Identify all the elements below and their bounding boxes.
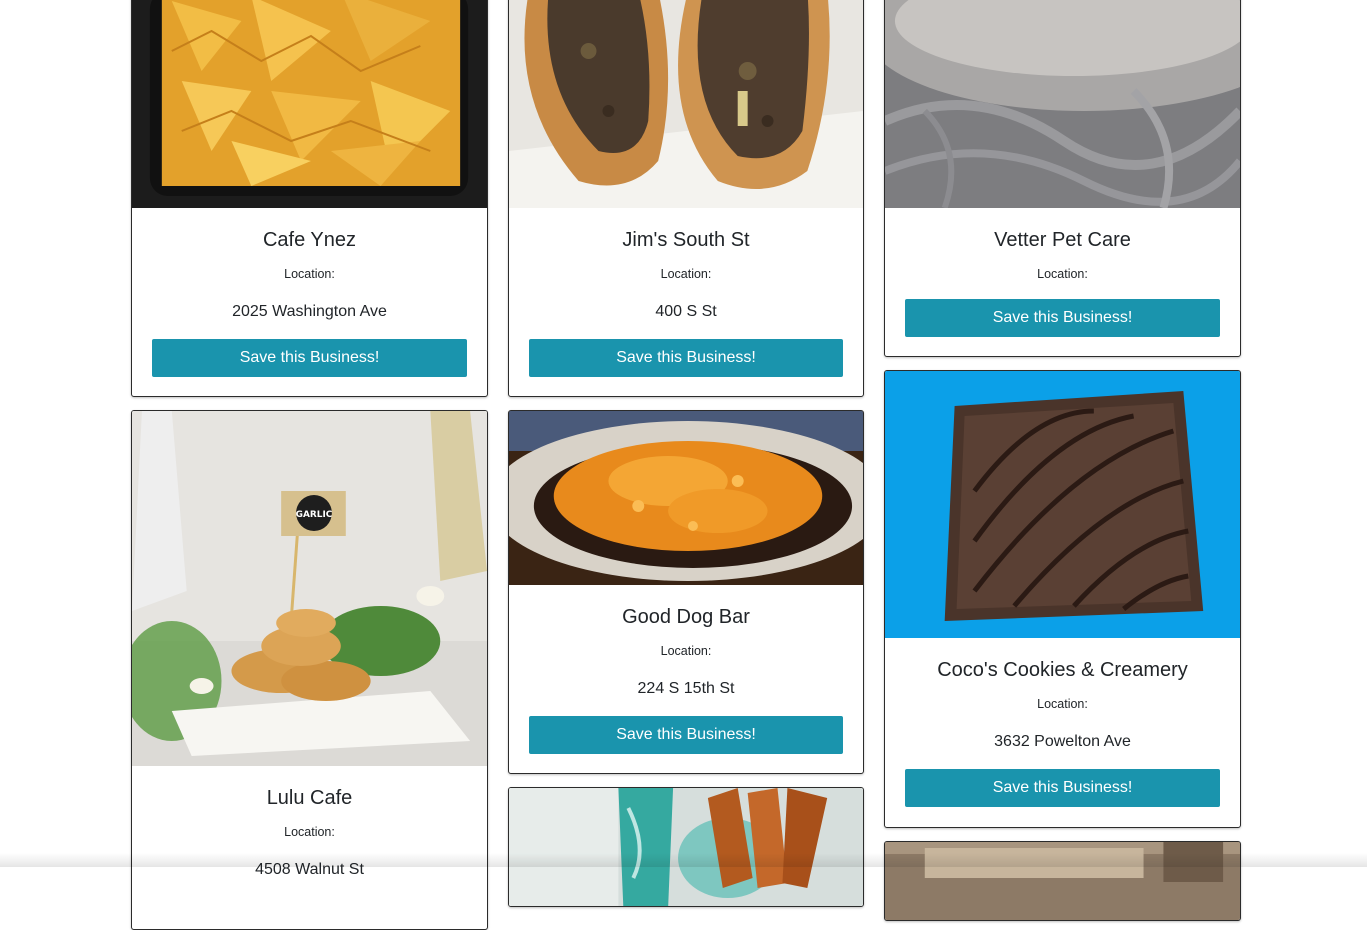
business-name: Jim's South St [622,229,750,251]
location-label: Location: [284,825,335,839]
save-business-button[interactable]: Save this Business! [529,339,843,377]
location-label: Location: [660,644,712,658]
business-photo [509,0,863,208]
business-name: Coco's Cookies & Creamery [937,659,1188,681]
business-photo: GARLIC [132,411,487,766]
save-business-button[interactable]: Save this Business! [905,769,1220,807]
business-address: 224 S 15th St [637,680,735,697]
business-address: 4508 Walnut St [255,861,364,878]
business-card: Coco's Cookies & Creamery Location: 3632… [884,370,1241,828]
business-card: Jim's South St Location: 400 S St Save t… [508,0,864,397]
business-name: Cafe Ynez [262,229,357,251]
svg-text:GARLIC: GARLIC [296,510,333,520]
business-photo [132,0,487,208]
save-business-button[interactable]: Save this Business! [152,339,467,377]
business-card [884,841,1241,921]
business-card: Vetter Pet Care Location: Save this Busi… [884,0,1241,357]
business-photo [509,788,863,906]
business-card: Cafe Ynez Location: 2025 Washington Ave … [131,0,488,397]
location-label: Location: [284,267,335,281]
business-address: 3632 Powelton Ave [994,733,1131,750]
business-card: GARLIC Lulu Cafe Location: 4508 Walnut S… [131,410,488,930]
business-photo [885,0,1240,208]
business-card [508,787,864,907]
business-photo [509,411,863,585]
business-photo [885,371,1240,638]
business-photo [885,842,1240,920]
business-name: Lulu Cafe [266,787,353,809]
save-business-button[interactable]: Save this Business! [905,299,1220,337]
location-label: Location: [660,267,712,281]
business-address: 2025 Washington Ave [232,303,387,320]
location-label: Location: [1037,267,1088,281]
business-address: 400 S St [655,303,717,320]
business-name: Vetter Pet Care [994,229,1131,251]
location-label: Location: [1037,697,1088,711]
business-name: Good Dog Bar [622,606,750,628]
business-card: Good Dog Bar Location: 224 S 15th St Sav… [508,410,864,774]
save-business-button[interactable]: Save this Business! [529,716,843,754]
